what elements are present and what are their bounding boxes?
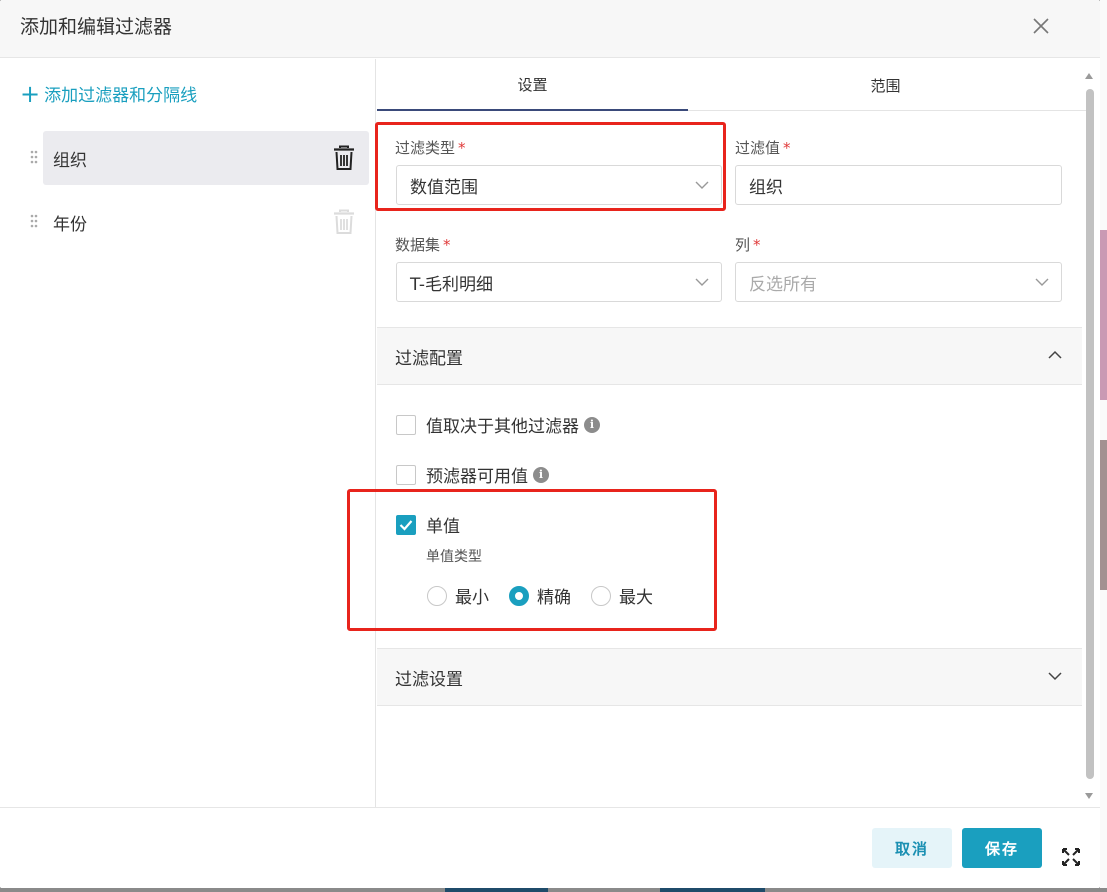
- tab-settings[interactable]: 设置: [377, 59, 688, 111]
- radio-exact[interactable]: [509, 585, 529, 606]
- save-button[interactable]: 保存: [962, 828, 1042, 868]
- filter-settings-title: 过滤设置: [395, 669, 463, 690]
- dataset-label-text: 数据集: [395, 236, 441, 254]
- filter-settings-panel: 设置 范围 过滤类型 * 数值范围 过滤值 * 组织 数据集 * T-毛利明细 列 *: [377, 59, 1100, 807]
- close-button[interactable]: [1028, 13, 1054, 39]
- dialog-title: 添加和编辑过滤器: [20, 16, 173, 38]
- filter-type-value: 数值范围: [410, 177, 478, 198]
- required-mark: *: [443, 236, 451, 254]
- tab-bar: 设置 范围: [377, 59, 1087, 111]
- drag-handle-icon[interactable]: [30, 214, 38, 230]
- chevron-down-icon: [1048, 672, 1062, 681]
- scrollbar-thumb[interactable]: [1086, 89, 1094, 779]
- filter-config-title: 过滤配置: [395, 348, 463, 369]
- filter-value-label-text: 过滤值: [735, 139, 781, 157]
- filter-value-input[interactable]: 组织: [735, 165, 1062, 205]
- background-page-bottom-mark: [445, 888, 548, 892]
- chevron-down-icon: [695, 181, 709, 189]
- trash-icon[interactable]: [332, 145, 356, 171]
- radio-min-label: 最小: [455, 588, 489, 608]
- depends-on-other-filters-checkbox[interactable]: [396, 414, 416, 435]
- prefilter-option: 预滤器可用值 i: [396, 462, 549, 487]
- depends-on-other-filters-option: 值取决于其他过滤器 i: [396, 412, 600, 437]
- filter-settings-section-header[interactable]: 过滤设置: [377, 648, 1082, 706]
- single-value-option: 单值: [396, 512, 460, 537]
- radio-min[interactable]: [427, 585, 447, 606]
- depends-on-other-filters-label: 值取决于其他过滤器: [426, 417, 579, 437]
- chevron-down-icon: [695, 278, 709, 286]
- column-select[interactable]: 反选所有: [735, 262, 1062, 302]
- column-label-text: 列: [735, 236, 751, 254]
- chevron-down-icon: [1035, 278, 1049, 286]
- prefilter-checkbox[interactable]: [396, 464, 416, 485]
- filter-list-item-year[interactable]: 年份: [30, 195, 369, 249]
- single-value-checkbox[interactable]: [396, 514, 416, 535]
- dataset-label: 数据集 *: [395, 234, 451, 255]
- radio-exact-label: 精确: [537, 588, 571, 608]
- filter-type-label-text: 过滤类型: [395, 139, 456, 157]
- checkmark-icon: [399, 519, 413, 531]
- required-mark: *: [783, 139, 791, 157]
- filter-list-item-label: 年份: [53, 214, 87, 235]
- single-value-label: 单值: [426, 517, 460, 537]
- filter-dialog: 添加和编辑过滤器 + 添加过滤器和分隔线 组织 年份 设置 范围 过滤类型 * …: [0, 0, 1100, 888]
- background-page-mark: [1100, 440, 1107, 590]
- filter-config-section-header[interactable]: 过滤配置: [377, 327, 1082, 385]
- filter-type-label: 过滤类型 *: [395, 137, 466, 158]
- trash-icon[interactable]: [332, 209, 356, 235]
- radio-option-min[interactable]: 最小: [427, 583, 489, 608]
- filter-type-select[interactable]: 数值范围: [396, 165, 722, 205]
- add-filter-label: 添加过滤器和分隔线: [44, 86, 198, 106]
- filter-list-item-label: 组织: [53, 150, 87, 171]
- info-icon[interactable]: i: [584, 416, 600, 433]
- close-icon: [1033, 18, 1049, 34]
- radio-max[interactable]: [591, 585, 611, 606]
- add-filter-link[interactable]: + 添加过滤器和分隔线: [20, 79, 198, 108]
- dialog-footer: 取消 保存: [0, 807, 1100, 888]
- column-placeholder: 反选所有: [749, 274, 817, 295]
- background-page-bottom: [0, 888, 1107, 892]
- dataset-select[interactable]: T-毛利明细: [396, 262, 722, 302]
- expand-icon[interactable]: [1062, 848, 1080, 866]
- info-icon[interactable]: i: [533, 466, 549, 483]
- dialog-header: 添加和编辑过滤器: [0, 0, 1100, 58]
- chevron-up-icon: [1048, 350, 1062, 359]
- column-label: 列 *: [735, 234, 761, 255]
- radio-option-max[interactable]: 最大: [591, 583, 653, 608]
- single-value-type-radio-group: 最小 精确 最大: [427, 583, 673, 608]
- prefilter-label: 预滤器可用值: [426, 467, 528, 487]
- filter-value-label: 过滤值 *: [735, 137, 791, 158]
- tab-scope[interactable]: 范围: [730, 59, 1041, 111]
- drag-handle-icon[interactable]: [30, 150, 38, 166]
- background-page-mark: [1100, 230, 1107, 400]
- background-page-bottom-mark: [660, 888, 765, 892]
- radio-max-label: 最大: [619, 588, 653, 608]
- filter-value-text: 组织: [749, 177, 783, 198]
- dataset-value: T-毛利明细: [410, 274, 493, 295]
- filter-list-item-organization[interactable]: 组织: [30, 131, 369, 185]
- radio-option-exact[interactable]: 精确: [509, 583, 571, 608]
- single-value-type-label: 单值类型: [426, 549, 482, 565]
- filter-list-panel: + 添加过滤器和分隔线 组织 年份: [0, 59, 376, 807]
- plus-icon: +: [20, 79, 41, 108]
- required-mark: *: [458, 139, 466, 157]
- cancel-button[interactable]: 取消: [872, 828, 952, 868]
- required-mark: *: [753, 236, 761, 254]
